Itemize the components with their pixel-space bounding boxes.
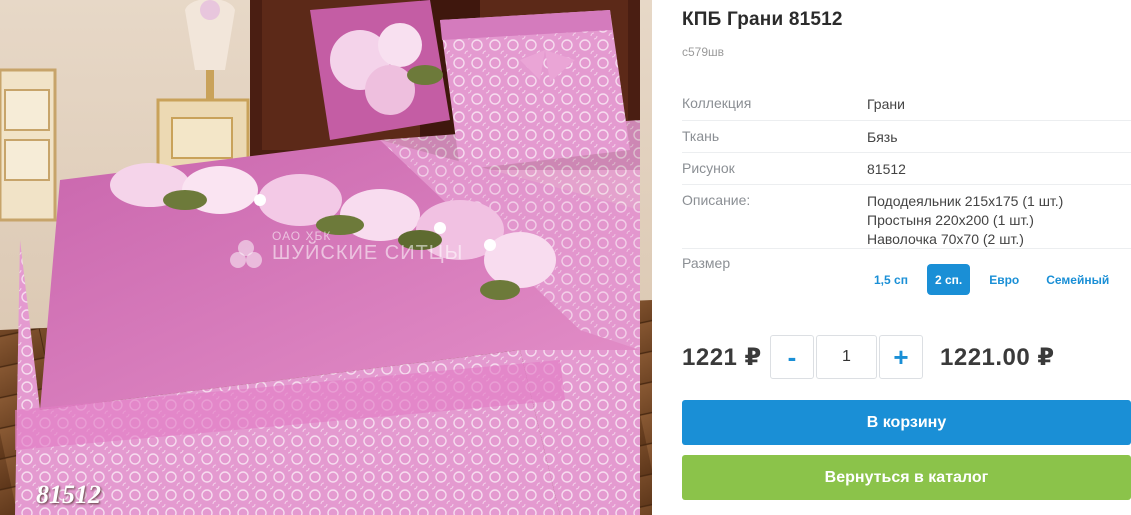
property-row-size: Размер 1,5 сп 2 сп. Евро Семейный: [682, 249, 1131, 299]
product-sku: c579шв: [682, 45, 725, 59]
property-label: Размер: [682, 255, 731, 271]
properties-table: Коллекция Грани Ткань Бязь Рисунок 81512…: [682, 88, 1131, 299]
property-row-pattern: Рисунок 81512: [682, 153, 1131, 185]
purchase-row: 1221 ₽ - + 1221.00 ₽: [682, 334, 1131, 380]
quantity-increase-button[interactable]: +: [879, 335, 923, 379]
quantity-input[interactable]: [816, 335, 877, 379]
flower-logo-icon: [230, 240, 262, 268]
watermark-line1: ОАО ХБК: [272, 229, 332, 243]
property-row-collection: Коллекция Грани: [682, 88, 1131, 121]
product-details: КПБ Грани 81512 c579шв Коллекция Грани Т…: [682, 0, 1131, 515]
property-value: Бязь: [867, 129, 898, 145]
property-label: Рисунок: [682, 160, 735, 176]
brand-watermark: ОАО ХБК ШУЙСКИЕ СИТЦЫ: [226, 229, 464, 268]
product-image[interactable]: ОАО ХБК ШУЙСКИЕ СИТЦЫ 81512: [0, 0, 652, 515]
description-line: Пододеяльник 215x175 (1 шт.): [867, 193, 1064, 209]
quantity-decrease-button[interactable]: -: [770, 335, 814, 379]
property-label: Описание:: [682, 192, 751, 208]
size-option-1-5[interactable]: 1,5 сп: [866, 264, 916, 295]
property-row-fabric: Ткань Бязь: [682, 121, 1131, 153]
back-to-catalog-button[interactable]: Вернуться в каталог: [682, 455, 1131, 500]
total-price: 1221.00 ₽: [940, 344, 1055, 371]
description-line: Наволочка 70x70 (2 шт.): [867, 231, 1024, 247]
size-option-family[interactable]: Семейный: [1038, 264, 1117, 295]
watermark-line2: ШУЙСКИЕ СИТЦЫ: [272, 241, 464, 264]
size-options: 1,5 сп 2 сп. Евро Семейный: [866, 264, 1128, 299]
description-line: Простыня 220x200 (1 шт.): [867, 212, 1034, 228]
property-value: Грани: [867, 96, 905, 112]
unit-price: 1221 ₽: [682, 344, 762, 371]
product-title: КПБ Грани 81512: [682, 9, 843, 30]
size-option-2[interactable]: 2 сп.: [926, 264, 971, 295]
property-row-description: Описание: Пододеяльник 215x175 (1 шт.) П…: [682, 185, 1131, 249]
description-lines: Пододеяльник 215x175 (1 шт.) Простыня 22…: [867, 192, 1063, 248]
property-label: Ткань: [682, 128, 720, 144]
image-caption: 81512: [36, 480, 101, 509]
add-to-cart-button[interactable]: В корзину: [682, 400, 1131, 445]
size-option-euro[interactable]: Евро: [981, 264, 1027, 295]
property-label: Коллекция: [682, 95, 752, 111]
property-value: 81512: [867, 161, 906, 177]
